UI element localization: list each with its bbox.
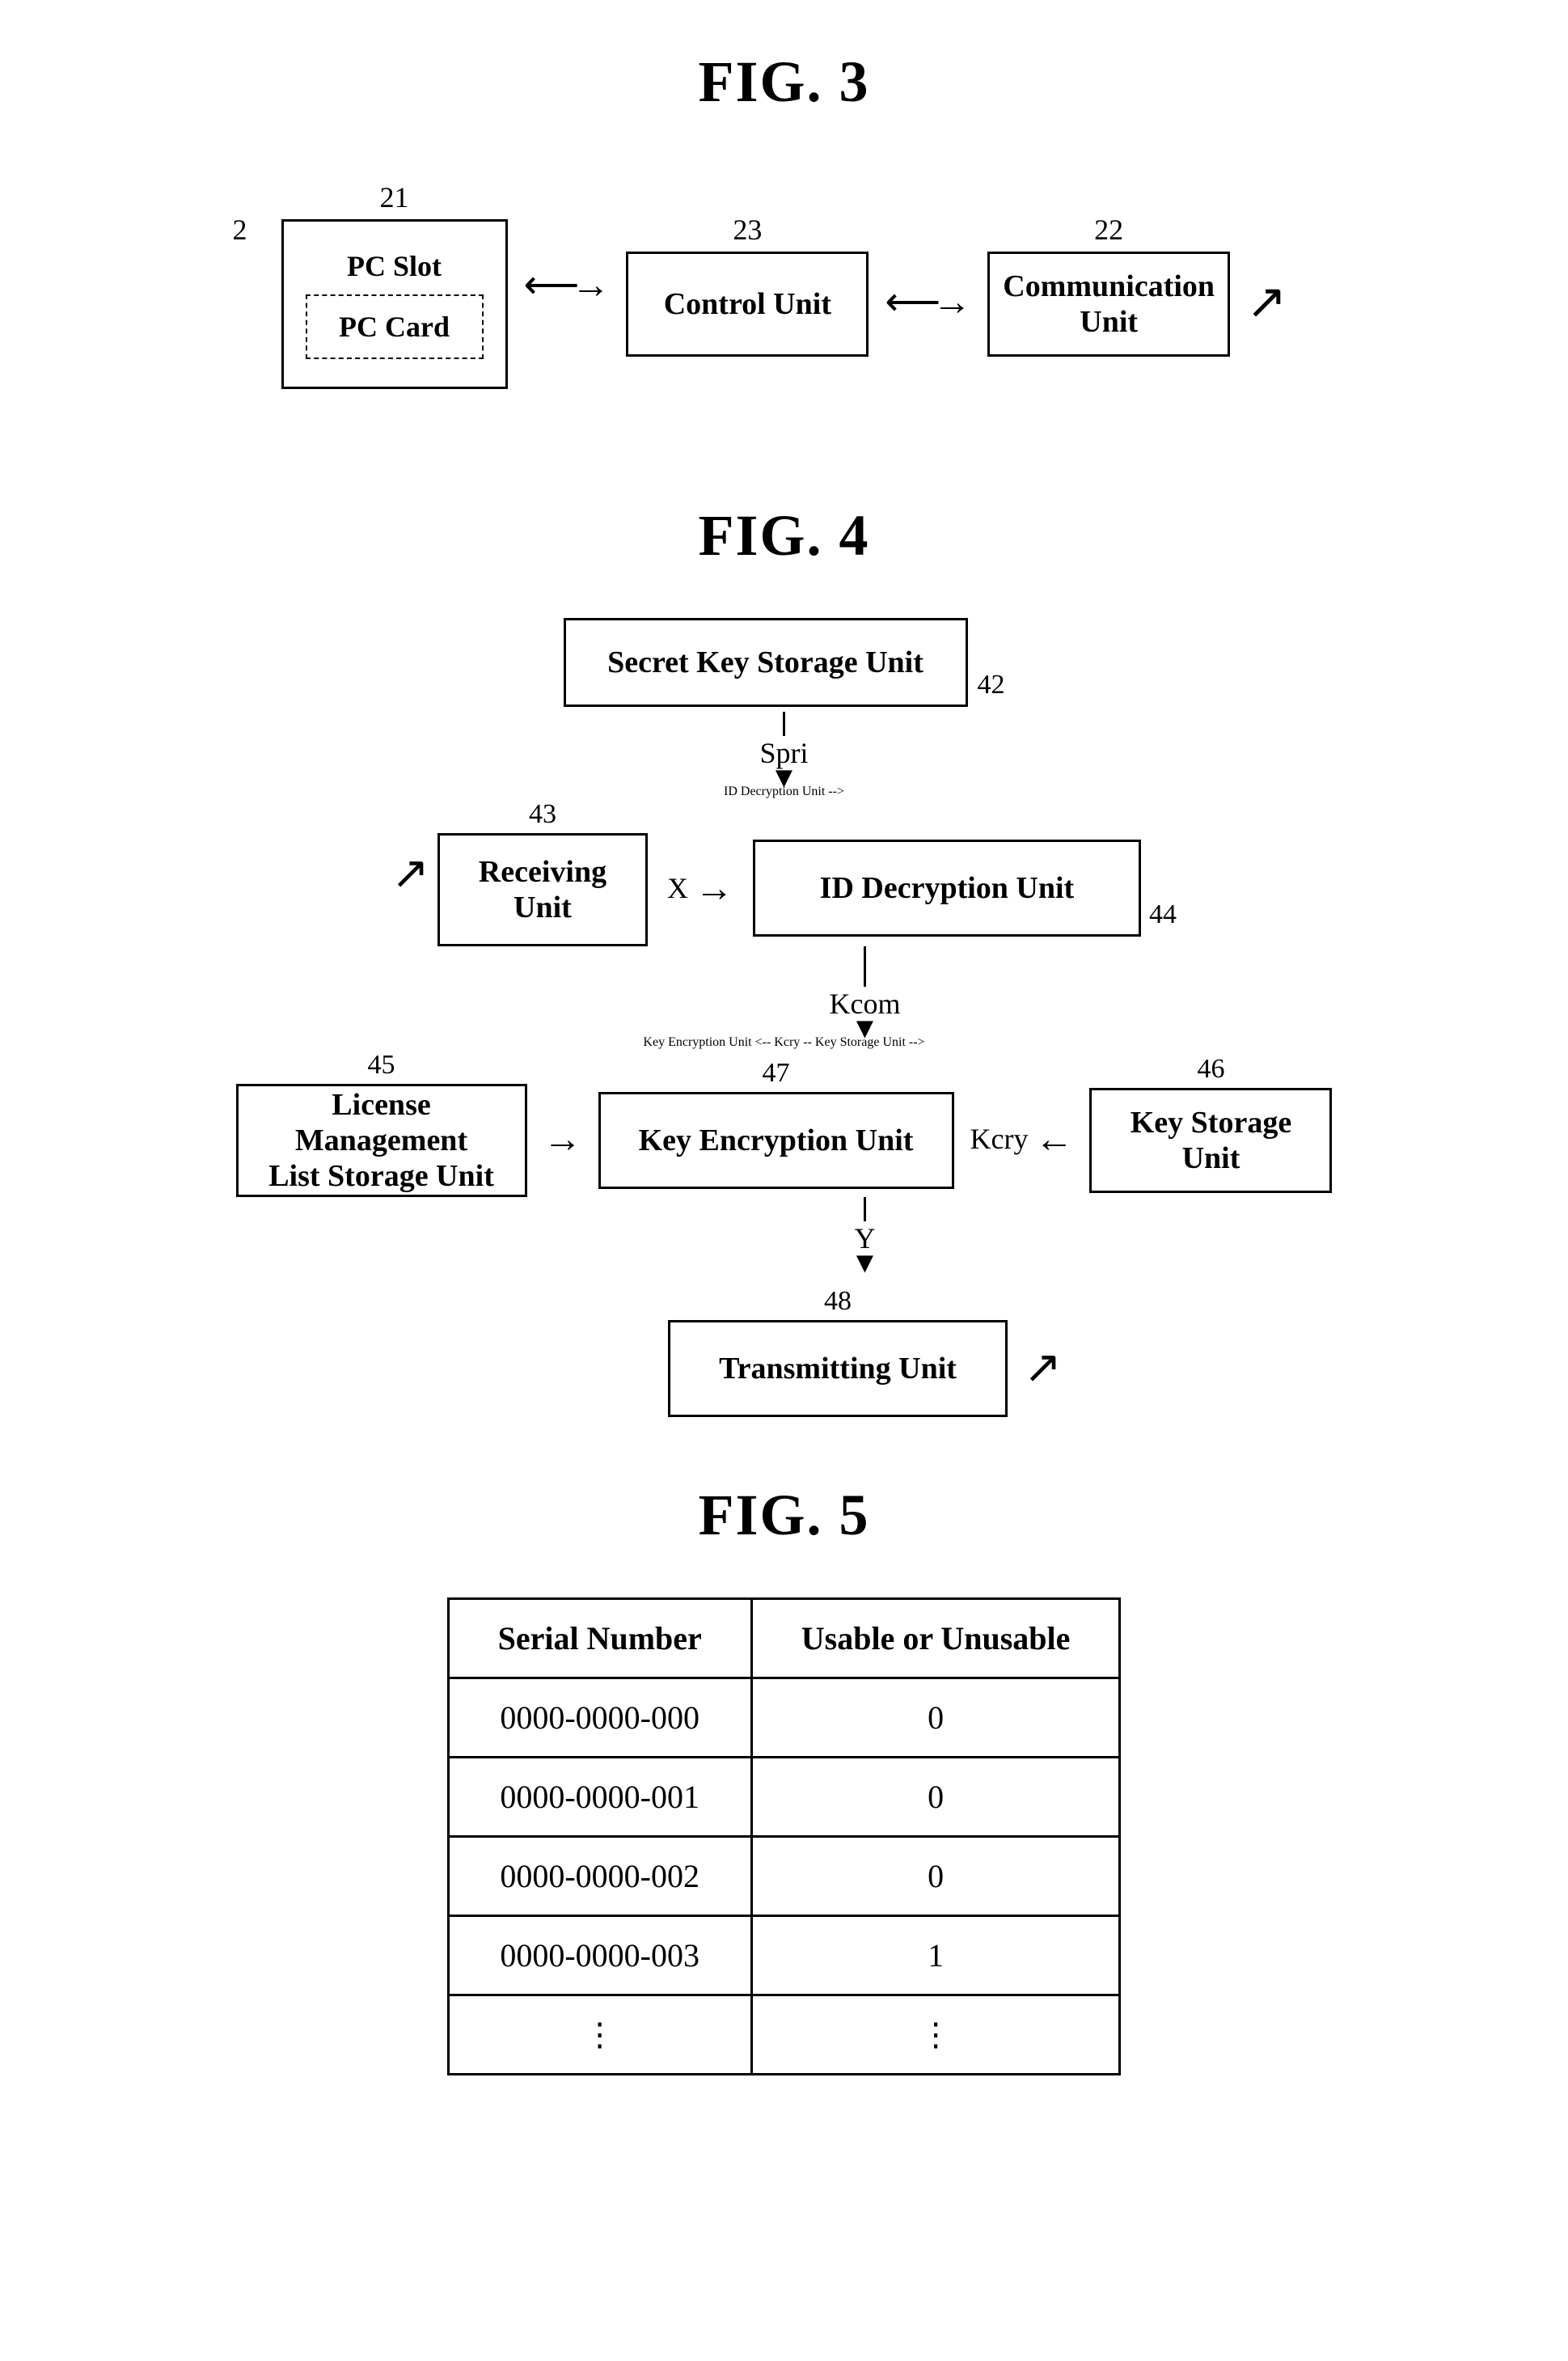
transmitting-ref: 48 — [824, 1286, 852, 1317]
usable-cell: 0 — [751, 1678, 1120, 1758]
fig5-table-wrap: Serial Number Usable or Unusable 0000-00… — [97, 1597, 1472, 2075]
fig3-diagram: 2 21 PC Slot PC Card ⟵ → 23 Control Unit… — [97, 164, 1472, 438]
pc-ref-2: 2 — [233, 213, 247, 247]
transmitting-box: Transmitting Unit — [668, 1320, 1008, 1417]
secret-key-storage-box: Secret Key Storage Unit — [564, 618, 968, 707]
communication-unit-label: Communication Unit — [1003, 269, 1215, 340]
key-storage-ref: 46 — [1197, 1054, 1224, 1085]
key-storage-label: Key Storage Unit — [1131, 1105, 1291, 1176]
license-ref: 45 — [368, 1050, 395, 1081]
fig4-title: FIG. 4 — [97, 502, 1472, 569]
serial-cell: 0000-0000-000 — [448, 1678, 751, 1758]
control-unit-label: Control Unit — [664, 286, 831, 322]
arrow-license-keyenc: → — [543, 1117, 582, 1161]
secret-key-label: Secret Key Storage Unit — [607, 645, 923, 680]
serial-cell: ⋮ — [448, 1995, 751, 2075]
arrow-x: X → — [667, 866, 733, 911]
arrow-kcry: Kcry ← — [970, 1117, 1074, 1161]
table-row: 0000-0000-0031 — [448, 1916, 1120, 1995]
serial-cell: 0000-0000-003 — [448, 1916, 751, 1995]
receiving-unit-box: Receiving Unit — [437, 833, 648, 946]
pc-ref-21: 21 — [380, 180, 409, 214]
fig5-table: Serial Number Usable or Unusable 0000-00… — [447, 1597, 1122, 2075]
usable-cell: 0 — [751, 1837, 1120, 1916]
receiving-ref: 43 — [529, 799, 556, 830]
x-label: X — [667, 871, 688, 905]
id-decryption-label: ID Decryption Unit — [820, 870, 1075, 906]
id-decryption-box: ID Decryption Unit — [753, 840, 1141, 937]
antenna-right: ↗ — [1024, 1341, 1062, 1394]
usable-cell: ⋮ — [751, 1995, 1120, 2075]
control-ref: 23 — [733, 213, 762, 247]
arrow-kcom: Kcom ▼ — [830, 946, 901, 1035]
col-serial-header: Serial Number — [448, 1599, 751, 1678]
control-unit-box: Control Unit — [626, 252, 869, 357]
pc-slot-box: PC Slot PC Card — [281, 219, 508, 389]
fig3-title: FIG. 3 — [97, 49, 1472, 116]
transmitting-row: 48 Transmitting Unit ↗ — [668, 1286, 1062, 1417]
license-box: License Management List Storage Unit — [236, 1084, 527, 1197]
secret-key-ref: 42 — [978, 670, 1005, 700]
antenna-symbol: ↗ — [1246, 277, 1287, 326]
serial-cell: 0000-0000-001 — [448, 1758, 751, 1837]
communication-unit-box: Communication Unit — [987, 252, 1230, 357]
key-storage-box: Key Storage Unit — [1089, 1088, 1332, 1193]
table-row: 0000-0000-0010 — [448, 1758, 1120, 1837]
key-encryption-box: Key Encryption Unit — [598, 1092, 954, 1189]
pc-card-inner: PC Card — [306, 294, 484, 359]
usable-cell: 1 — [751, 1916, 1120, 1995]
usable-cell: 0 — [751, 1758, 1120, 1837]
table-row: ⋮⋮ — [448, 1995, 1120, 2075]
arrow-control-comm: ⟵ → — [885, 279, 971, 324]
table-row: 0000-0000-0020 — [448, 1837, 1120, 1916]
kcry-label: Kcry — [970, 1122, 1029, 1156]
transmitting-label: Transmitting Unit — [719, 1351, 957, 1386]
fig4-diagram: Secret Key Storage Unit 42 Spri ▼ ID Dec… — [97, 618, 1472, 1417]
license-label: License Management List Storage Unit — [258, 1087, 505, 1194]
antenna-left: ↗ — [391, 847, 429, 899]
id-decryption-ref: 44 — [1149, 899, 1177, 930]
fig3-section: FIG. 3 2 21 PC Slot PC Card ⟵ → 23 Contr… — [97, 49, 1472, 438]
pc-slot-label: PC Slot — [347, 249, 442, 283]
table-row: 0000-0000-0000 — [448, 1678, 1120, 1758]
arrow-y: Y ▼ — [851, 1197, 880, 1286]
fig4-section: FIG. 4 Secret Key Storage Unit 42 Spri ▼… — [97, 502, 1472, 1417]
key-enc-ref: 47 — [763, 1058, 790, 1089]
pc-card-label: PC Card — [339, 310, 450, 344]
fig5-section: FIG. 5 Serial Number Usable or Unusable … — [97, 1482, 1472, 2075]
receiving-unit-label: Receiving Unit — [479, 854, 606, 925]
arrow-pc-control: ⟵ → — [524, 262, 611, 307]
comm-ref: 22 — [1094, 213, 1123, 247]
serial-cell: 0000-0000-002 — [448, 1837, 751, 1916]
fig5-title: FIG. 5 — [97, 1482, 1472, 1549]
col-usable-header: Usable or Unusable — [751, 1599, 1120, 1678]
arrow-spri: Spri ▼ — [759, 712, 808, 785]
key-encryption-label: Key Encryption Unit — [639, 1123, 914, 1158]
